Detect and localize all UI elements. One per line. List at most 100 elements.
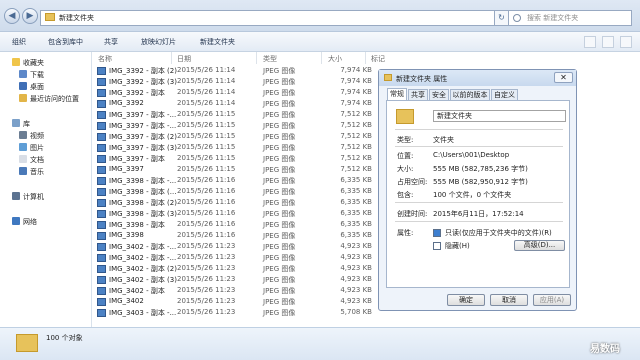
file-type: JPEG 图像 bbox=[263, 177, 296, 185]
back-button[interactable]: ◀ bbox=[4, 8, 20, 24]
column-header-tags[interactable]: 标记 bbox=[371, 54, 385, 64]
hidden-checkbox[interactable] bbox=[433, 242, 441, 250]
file-row[interactable]: IMG_3402 - 副本 -... 2015/5/26 11:23 JPEG 图像… bbox=[93, 242, 375, 253]
file-row[interactable]: IMG_3392 - 副本 2015/5/26 11:14 JPEG 图像 7,974… bbox=[93, 88, 375, 99]
share-menu[interactable]: 共享 bbox=[104, 37, 118, 47]
new-folder-button[interactable]: 新建文件夹 bbox=[200, 37, 235, 47]
file-row[interactable]: IMG_3397 - 副本 (2) 2015/5/26 11:15 JPEG 图像 7… bbox=[93, 132, 375, 143]
close-icon[interactable]: ✕ bbox=[554, 72, 573, 83]
file-name: IMG_3397 - 副本 -... bbox=[109, 111, 177, 119]
sidebar-item-desktop[interactable]: 桌面 bbox=[19, 82, 44, 92]
tab-sharing[interactable]: 共享 bbox=[408, 89, 428, 100]
sidebar-item-music[interactable]: 音乐 bbox=[19, 167, 44, 177]
file-type: JPEG 图像 bbox=[263, 232, 296, 240]
folder-name-field[interactable]: 新建文件夹 bbox=[433, 110, 566, 122]
file-type: JPEG 图像 bbox=[263, 89, 296, 97]
dialog-title-bar[interactable]: 新建文件夹 属性 ✕ bbox=[379, 70, 576, 86]
image-file-icon bbox=[97, 309, 106, 317]
apply-button[interactable]: 应用(A) bbox=[533, 294, 571, 306]
column-divider[interactable] bbox=[256, 52, 257, 64]
file-name: IMG_3402 bbox=[109, 297, 144, 305]
help-icon[interactable] bbox=[620, 36, 632, 48]
organize-menu[interactable]: 组织 bbox=[12, 37, 26, 47]
file-row[interactable]: IMG_3398 - 副本 (3) 2015/5/26 11:16 JPEG 图像 6… bbox=[93, 209, 375, 220]
item-count: 100 个对象 bbox=[46, 334, 83, 342]
column-divider[interactable] bbox=[365, 52, 366, 64]
slideshow-button[interactable]: 放映幻灯片 bbox=[141, 37, 176, 47]
file-date: 2015/5/26 11:15 bbox=[177, 110, 236, 118]
file-row[interactable]: IMG_3398 - 副本 (... 2015/5/26 11:16 JPEG 图像… bbox=[93, 187, 375, 198]
sidebar-item-downloads[interactable]: 下载 bbox=[19, 70, 44, 80]
file-size: 4,923 KB bbox=[340, 275, 372, 283]
desktop-icon bbox=[19, 82, 27, 90]
column-header-size[interactable]: 大小 bbox=[328, 54, 342, 64]
column-header-type[interactable]: 类型 bbox=[263, 54, 277, 64]
tab-customize[interactable]: 自定义 bbox=[491, 89, 518, 100]
cancel-button[interactable]: 取消 bbox=[490, 294, 528, 306]
file-row[interactable]: IMG_3392 2015/5/26 11:14 JPEG 图像 7,974 KB bbox=[93, 99, 375, 110]
file-row[interactable]: IMG_3398 - 副本 -... 2015/5/26 11:16 JPEG 图像… bbox=[93, 176, 375, 187]
sidebar-item-favorites[interactable]: 收藏夹 bbox=[12, 58, 44, 68]
disk-size-value: 555 MB (582,950,912 字节) bbox=[433, 178, 528, 186]
file-name: IMG_3398 - 副本 (... bbox=[109, 188, 177, 196]
column-divider[interactable] bbox=[171, 52, 172, 64]
file-row[interactable]: IMG_3402 - 副本 2015/5/26 11:23 JPEG 图像 4,923… bbox=[93, 286, 375, 297]
network-icon bbox=[12, 217, 20, 225]
address-box[interactable]: 新建文件夹 bbox=[40, 10, 495, 26]
image-file-icon bbox=[97, 243, 106, 251]
advanced-button[interactable]: 高级(D)... bbox=[514, 240, 565, 251]
ok-button[interactable]: 确定 bbox=[447, 294, 485, 306]
file-row[interactable]: IMG_3397 - 副本 -... 2015/5/26 11:15 JPEG 图像… bbox=[93, 110, 375, 121]
file-type: JPEG 图像 bbox=[263, 221, 296, 229]
column-header-date[interactable]: 日期 bbox=[177, 54, 191, 64]
file-row[interactable]: IMG_3392 - 副本 (3) 2015/5/26 11:14 JPEG 图像 7… bbox=[93, 77, 375, 88]
file-size: 4,923 KB bbox=[340, 253, 372, 261]
file-row[interactable]: IMG_3398 - 副本 (2) 2015/5/26 11:16 JPEG 图像 6… bbox=[93, 198, 375, 209]
column-header-name[interactable]: 名称 bbox=[98, 54, 112, 64]
file-row[interactable]: IMG_3397 - 副本 (3) 2015/5/26 11:15 JPEG 图像 7… bbox=[93, 143, 375, 154]
file-date: 2015/5/26 11:16 bbox=[177, 231, 236, 239]
refresh-icon[interactable]: ↻ bbox=[495, 10, 509, 26]
file-row[interactable]: IMG_3397 - 副本 -... 2015/5/26 11:15 JPEG 图像… bbox=[93, 121, 375, 132]
file-date: 2015/5/26 11:14 bbox=[177, 99, 236, 107]
file-row[interactable]: IMG_3398 - 副本 2015/5/26 11:16 JPEG 图像 6,335… bbox=[93, 220, 375, 231]
recent-places-icon bbox=[19, 94, 27, 102]
hidden-label: 隐藏(H) bbox=[445, 242, 470, 250]
image-file-icon bbox=[97, 221, 106, 229]
sidebar-item-computer[interactable]: 计算机 bbox=[12, 192, 44, 202]
sidebar-item-videos[interactable]: 视频 bbox=[19, 131, 44, 141]
file-row[interactable]: IMG_3402 2015/5/26 11:23 JPEG 图像 4,923 KB bbox=[93, 297, 375, 308]
file-row[interactable]: IMG_3397 - 副本 2015/5/26 11:15 JPEG 图像 7,512… bbox=[93, 154, 375, 165]
readonly-checkbox[interactable] bbox=[433, 229, 441, 237]
download-icon bbox=[19, 70, 27, 78]
file-row[interactable]: IMG_3402 - 副本 (2) 2015/5/26 11:23 JPEG 图像 4… bbox=[93, 264, 375, 275]
preview-pane-icon[interactable] bbox=[602, 36, 614, 48]
column-divider[interactable] bbox=[321, 52, 322, 64]
file-name: IMG_3398 - 副本 (3) bbox=[109, 210, 177, 218]
file-date: 2015/5/26 11:16 bbox=[177, 209, 236, 217]
picture-icon bbox=[19, 143, 27, 151]
sidebar-item-recent[interactable]: 最近访问的位置 bbox=[19, 94, 79, 104]
file-row[interactable]: IMG_3403 - 副本 -... 2015/5/26 11:23 JPEG 图像… bbox=[93, 308, 375, 319]
view-icon[interactable] bbox=[584, 36, 596, 48]
sidebar-item-documents[interactable]: 文档 bbox=[19, 155, 44, 165]
sidebar-item-pictures[interactable]: 图片 bbox=[19, 143, 44, 153]
sidebar-item-libraries[interactable]: 库 bbox=[12, 119, 30, 129]
document-icon bbox=[19, 155, 27, 163]
file-row[interactable]: IMG_3397 2015/5/26 11:15 JPEG 图像 7,512 KB bbox=[93, 165, 375, 176]
file-type: JPEG 图像 bbox=[263, 111, 296, 119]
location-label: 位置: bbox=[397, 152, 414, 160]
include-in-library-menu[interactable]: 包含到库中 bbox=[48, 37, 83, 47]
tab-previous-versions[interactable]: 以前的版本 bbox=[450, 89, 490, 100]
file-row[interactable]: IMG_3402 - 副本 -... 2015/5/26 11:23 JPEG 图像… bbox=[93, 253, 375, 264]
contains-label: 包含: bbox=[397, 191, 414, 199]
sidebar-item-network[interactable]: 网络 bbox=[12, 217, 37, 227]
file-row[interactable]: IMG_3402 - 副本 (3) 2015/5/26 11:23 JPEG 图像 4… bbox=[93, 275, 375, 286]
file-row[interactable]: IMG_3392 - 副本 (2) 2015/5/26 11:14 JPEG 图像 7… bbox=[93, 66, 375, 77]
file-size: 6,335 KB bbox=[340, 220, 372, 228]
forward-button[interactable]: ▶ bbox=[22, 8, 38, 24]
search-input[interactable]: 搜索 新建文件夹 bbox=[508, 10, 632, 26]
file-row[interactable]: IMG_3398 2015/5/26 11:16 JPEG 图像 6,335 KB bbox=[93, 231, 375, 242]
file-name: IMG_3402 - 副本 (3) bbox=[109, 276, 177, 284]
tab-security[interactable]: 安全 bbox=[429, 89, 449, 100]
